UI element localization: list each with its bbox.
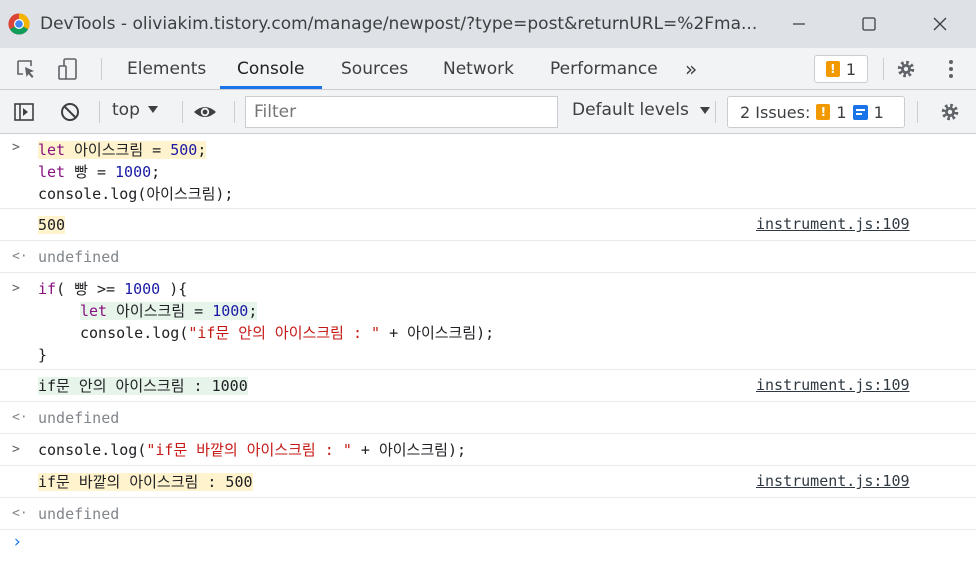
more-tabs-button[interactable]: » (685, 48, 697, 90)
chevron-down-icon (700, 107, 711, 114)
console-input-entry: > let 아이스크림 = 500; let 빵 = 1000; console… (0, 134, 976, 209)
console-result: <· undefined (0, 498, 976, 530)
clear-console-icon (61, 103, 79, 121)
live-expression-button[interactable] (193, 100, 217, 124)
clear-console-button[interactable] (58, 100, 82, 124)
info-message-icon (852, 104, 868, 120)
inspect-element-button[interactable] (14, 57, 38, 81)
warning-icon: ! (816, 104, 831, 120)
active-tab-indicator (220, 86, 322, 89)
filter-input[interactable] (245, 96, 558, 128)
gear-icon (897, 60, 915, 78)
context-selector[interactable]: top (112, 100, 158, 120)
code-line: console.log("if문 바깥의 아이스크림 : " + 아이스크림); (38, 441, 467, 459)
console-result: <· undefined (0, 241, 976, 273)
log-output: if문 바깥의 아이스크림 : 500 (38, 473, 253, 491)
tab-console[interactable]: Console (237, 48, 305, 90)
tab-sources[interactable]: Sources (341, 48, 408, 90)
source-link[interactable]: instrument.js:109 (756, 376, 910, 394)
divider (234, 101, 235, 123)
issues-button[interactable]: 2 Issues: ! 1 1 (727, 96, 905, 128)
gear-icon (941, 103, 959, 121)
warning-icon: ! (825, 61, 840, 77)
code-line: let 아이스크림 = 500; (38, 141, 207, 159)
divider (715, 101, 716, 123)
log-output: 500 (38, 216, 66, 234)
log-levels-dropdown[interactable]: Default levels (572, 100, 711, 120)
close-button[interactable] (926, 10, 954, 38)
log-levels-label: Default levels (572, 100, 689, 120)
console-log-message: 500 instrument.js:109 (0, 209, 976, 241)
issues-label: 2 Issues: (740, 102, 811, 122)
divider (182, 101, 183, 123)
divider (883, 58, 884, 80)
device-toolbar-button[interactable] (56, 57, 80, 81)
warnings-badge[interactable]: ! 1 (814, 55, 868, 83)
divider (917, 101, 918, 123)
divider (101, 58, 102, 80)
console-prompt-input[interactable] (38, 530, 958, 558)
code-line: let 빵 = 1000; (38, 163, 161, 181)
input-chevron-icon: > (12, 281, 20, 296)
divider (99, 101, 100, 123)
tab-network[interactable]: Network (443, 48, 514, 90)
chrome-logo-icon (8, 13, 30, 35)
code-line: let 아이스크림 = 1000; (80, 302, 258, 320)
code-line: } (38, 346, 48, 364)
sidebar-toggle-icon (14, 103, 34, 121)
return-arrow-icon: <· (12, 506, 28, 521)
minimize-icon (793, 23, 805, 25)
console-log-message: if문 바깥의 아이스크림 : 500 instrument.js:109 (0, 466, 976, 498)
issues-info-count: 1 (873, 102, 884, 122)
code-line: console.log("if문 안의 아이스크림 : " + 아이스크림); (80, 324, 495, 342)
return-arrow-icon: <· (12, 410, 28, 425)
result-value: undefined (38, 505, 120, 523)
kebab-menu-icon (949, 60, 953, 78)
tab-performance[interactable]: Performance (550, 48, 658, 90)
source-link[interactable]: instrument.js:109 (756, 472, 910, 490)
window-title: DevTools - oliviakim.tistory.com/manage/… (40, 14, 758, 34)
console-messages: > let 아이스크림 = 500; let 빵 = 1000; console… (0, 134, 976, 576)
inspect-element-icon (17, 60, 34, 78)
input-chevron-icon: > (12, 442, 20, 457)
console-log-message: if문 안의 아이스크림 : 1000 instrument.js:109 (0, 370, 976, 402)
customize-menu-button[interactable] (939, 57, 963, 81)
maximize-button[interactable] (855, 10, 883, 38)
input-chevron-icon: > (12, 140, 20, 155)
console-input-entry: > console.log("if문 바깥의 아이스크림 : " + 아이스크림… (0, 434, 976, 466)
toggle-sidebar-button[interactable] (12, 100, 36, 124)
minimize-button[interactable] (785, 10, 813, 38)
warning-count: 1 (845, 59, 857, 79)
result-value: undefined (38, 248, 120, 266)
console-result: <· undefined (0, 402, 976, 434)
console-prompt-icon: › (12, 532, 23, 552)
result-value: undefined (38, 409, 120, 427)
close-icon (933, 17, 947, 31)
code-line: if( 빵 >= 1000 ){ (38, 280, 188, 298)
source-link[interactable]: instrument.js:109 (756, 215, 910, 233)
tab-elements[interactable]: Elements (127, 48, 206, 90)
settings-button[interactable] (894, 57, 918, 81)
chevron-down-icon (147, 106, 158, 113)
return-arrow-icon: <· (12, 249, 28, 264)
log-output: if문 안의 아이스크림 : 1000 (38, 377, 248, 395)
console-settings-button[interactable] (938, 100, 962, 124)
console-input-entry: > if( 빵 >= 1000 ){ let 아이스크림 = 1000; con… (0, 273, 976, 370)
title-bar: DevTools - oliviakim.tistory.com/manage/… (0, 0, 976, 48)
code-line: console.log(아이스크림); (38, 185, 234, 203)
context-value: top (112, 100, 140, 120)
eye-icon (194, 107, 216, 117)
maximize-icon (862, 17, 876, 31)
issues-warn-count: 1 (836, 102, 847, 122)
device-toggle-icon (58, 58, 77, 80)
